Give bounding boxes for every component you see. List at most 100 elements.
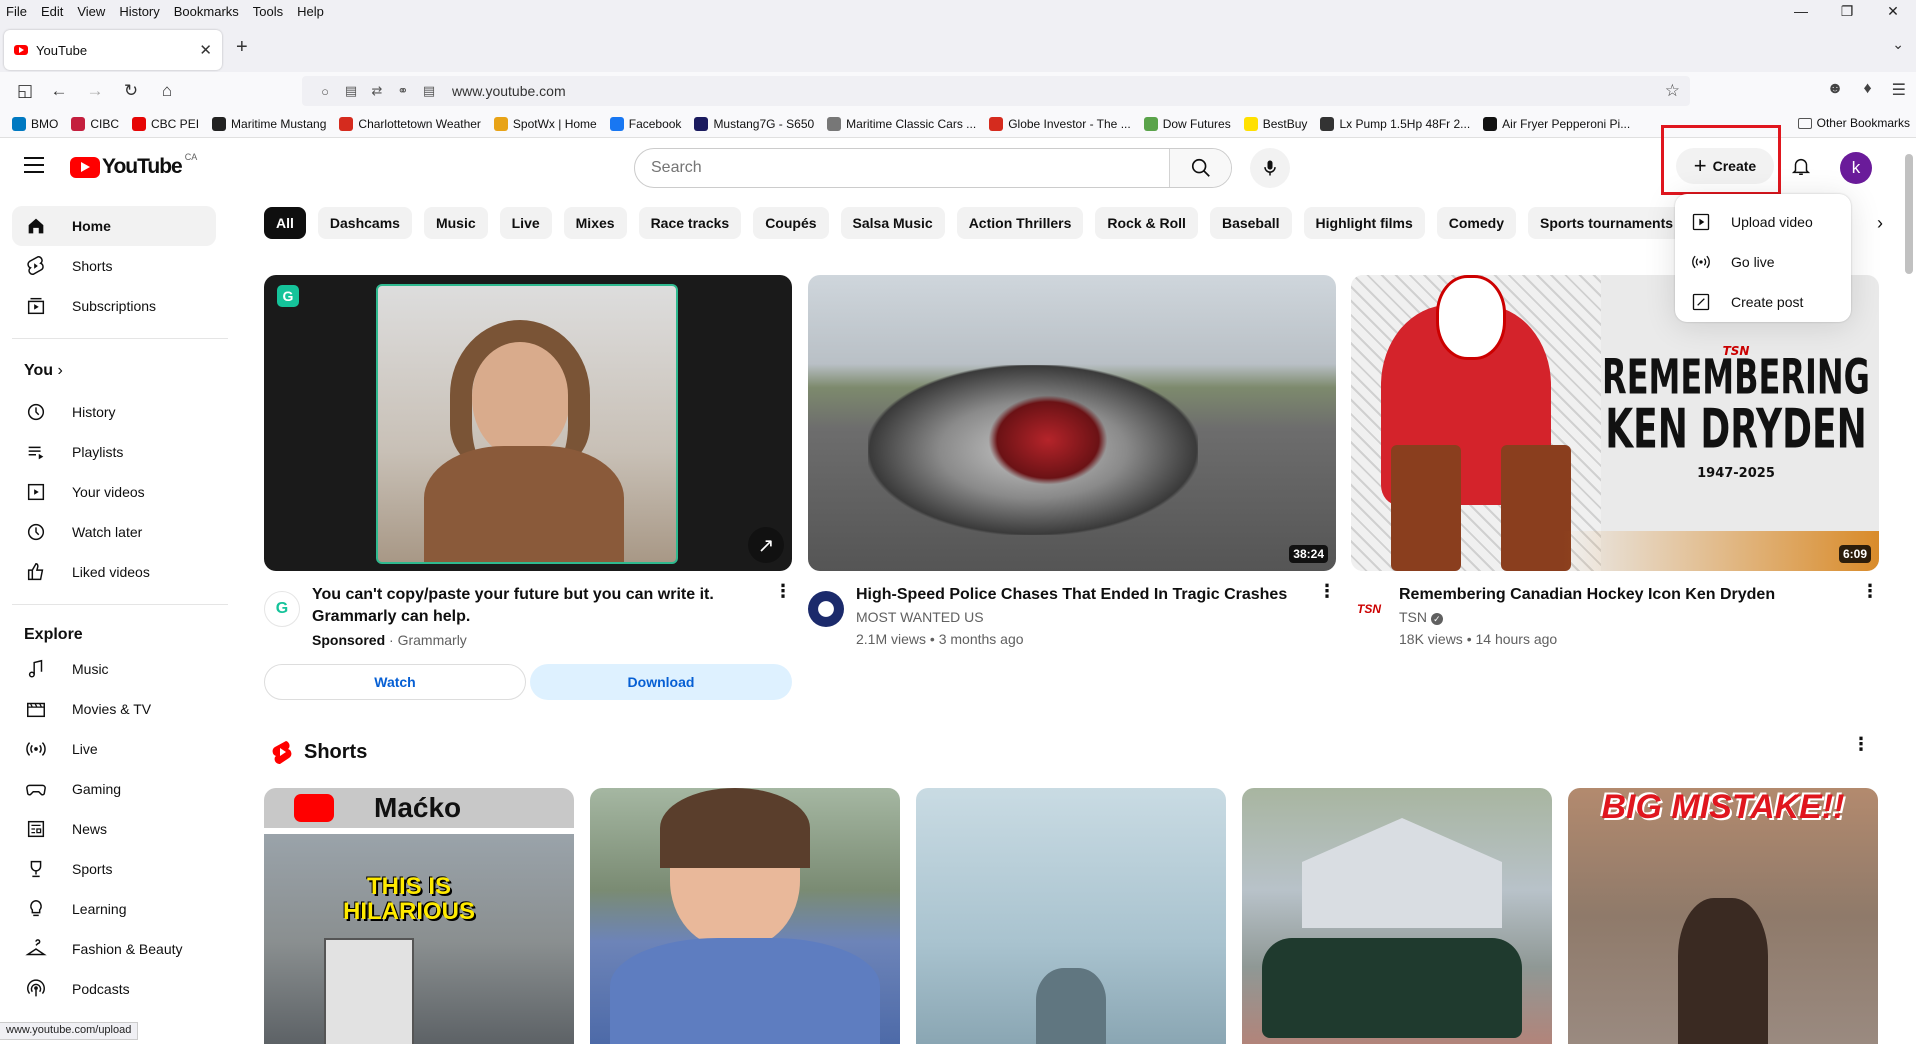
filter-chip[interactable]: Music: [423, 207, 488, 239]
video-thumbnail[interactable]: G ↗: [264, 275, 792, 571]
menu-bookmarks[interactable]: Bookmarks: [167, 4, 246, 19]
filter-chip[interactable]: Baseball: [1209, 207, 1292, 239]
menu-item-create-post[interactable]: Create post: [1675, 282, 1851, 322]
video-title[interactable]: High-Speed Police Chases That Ended In T…: [856, 584, 1296, 606]
youtube-logo[interactable]: YouTube CA: [70, 152, 197, 179]
menu-history[interactable]: History: [112, 4, 166, 19]
voice-search-button[interactable]: [1250, 148, 1290, 188]
address-bar[interactable]: ○ ▤ ⇄ ⚭ ▤ www.youtube.com ☆: [302, 76, 1690, 106]
short-card[interactable]: [1242, 788, 1552, 1044]
sidebar-you-header[interactable]: You ›: [24, 362, 63, 380]
bookmark-item[interactable]: Dow Futures: [1143, 116, 1231, 131]
tab-list-chevron-icon[interactable]: ⌄: [1892, 36, 1904, 53]
notifications-button[interactable]: [1785, 150, 1817, 182]
filter-chip[interactable]: Highlight films: [1303, 207, 1425, 239]
menu-hamburger-icon[interactable]: ☰: [1892, 80, 1906, 100]
filter-chip[interactable]: Action Thrillers: [956, 207, 1084, 239]
back-icon[interactable]: ←: [46, 78, 72, 104]
restore-icon[interactable]: ❐: [1824, 3, 1870, 20]
external-link-icon[interactable]: ↗: [748, 527, 784, 563]
channel-name[interactable]: Grammarly: [398, 632, 467, 648]
bookmark-item[interactable]: Mustang7G - S650: [694, 116, 814, 131]
more-options-icon[interactable]: ⋮: [774, 582, 792, 600]
menu-help[interactable]: Help: [290, 4, 331, 19]
short-card[interactable]: [916, 788, 1226, 1044]
sidebar-toggle-icon[interactable]: ◱: [12, 78, 38, 104]
home-browser-icon[interactable]: ⌂: [154, 78, 180, 104]
key-icon[interactable]: ⚭: [390, 83, 416, 99]
bookmark-item[interactable]: Maritime Classic Cars ...: [827, 116, 976, 131]
bookmark-item[interactable]: BestBuy: [1243, 116, 1307, 131]
bookmark-item[interactable]: Globe Investor - The ...: [989, 116, 1131, 131]
forward-icon[interactable]: →: [82, 78, 108, 104]
filter-chip[interactable]: Salsa Music: [840, 207, 945, 239]
bookmark-item[interactable]: BMO: [12, 116, 58, 131]
scrollbar-thumb[interactable]: [1905, 154, 1913, 274]
minimize-icon[interactable]: —: [1778, 3, 1824, 19]
watch-button[interactable]: Watch: [264, 664, 526, 700]
filter-chip[interactable]: Race tracks: [638, 207, 742, 239]
channel-avatar[interactable]: [808, 591, 844, 627]
short-card[interactable]: Maćko THIS IS HILARIOUS: [264, 788, 574, 1044]
filter-chip[interactable]: Live: [499, 207, 552, 239]
guide-menu-icon[interactable]: [24, 157, 44, 173]
bookmark-item[interactable]: Maritime Mustang: [212, 116, 326, 131]
sidebar-item-learning[interactable]: Learning: [12, 889, 216, 929]
extensions-icon[interactable]: ♦: [1863, 80, 1871, 100]
account-icon[interactable]: ☻: [1827, 80, 1844, 100]
sidebar-item-home[interactable]: Home: [12, 206, 216, 246]
short-card[interactable]: BIG MISTAKE!!: [1568, 788, 1878, 1044]
url-text[interactable]: www.youtube.com: [452, 83, 566, 99]
bookmark-item[interactable]: Lx Pump 1.5Hp 48Fr 2...: [1320, 116, 1470, 131]
sidebar-item-sports[interactable]: Sports: [12, 849, 216, 889]
sidebar-item-news[interactable]: News: [12, 809, 216, 849]
bookmark-item[interactable]: CBC PEI: [132, 116, 199, 131]
shield-icon[interactable]: ○: [312, 84, 338, 99]
sidebar-item-shorts[interactable]: Shorts: [12, 246, 216, 286]
more-options-icon[interactable]: ⋮: [1318, 582, 1336, 600]
sidebar-item-subscriptions[interactable]: Subscriptions: [12, 286, 216, 326]
search-button[interactable]: [1169, 149, 1231, 187]
sidebar-item-your-videos[interactable]: Your videos: [12, 472, 216, 512]
video-thumbnail[interactable]: 38:24: [808, 275, 1336, 571]
channel-name[interactable]: MOST WANTED US: [856, 609, 984, 625]
close-tab-icon[interactable]: ✕: [199, 41, 212, 59]
sidebar-item-live[interactable]: Live: [12, 729, 216, 769]
bookmark-item[interactable]: Charlottetown Weather: [339, 116, 481, 131]
more-options-icon[interactable]: ⋮: [1852, 735, 1870, 753]
menu-item-go-live[interactable]: Go live: [1675, 242, 1851, 282]
download-button[interactable]: Download: [530, 664, 792, 700]
tab-youtube[interactable]: YouTube ✕: [4, 30, 222, 70]
chips-next-button[interactable]: ›: [1860, 207, 1900, 239]
filter-chip[interactable]: All: [264, 207, 306, 239]
sidebar-item-music[interactable]: Music: [12, 649, 216, 689]
bookmark-item[interactable]: SpotWx | Home: [493, 116, 597, 131]
filter-chip[interactable]: Comedy: [1436, 207, 1516, 239]
lock-icon[interactable]: ▤: [338, 83, 364, 99]
menu-view[interactable]: View: [70, 4, 112, 19]
filter-chip[interactable]: Sports tournaments: [1528, 207, 1686, 239]
sidebar-item-podcasts[interactable]: Podcasts: [12, 969, 216, 1009]
video-title[interactable]: Remembering Canadian Hockey Icon Ken Dry…: [1399, 584, 1839, 606]
sidebar-item-history[interactable]: History: [12, 392, 216, 432]
sidebar-item-playlists[interactable]: Playlists: [12, 432, 216, 472]
avatar[interactable]: k: [1840, 152, 1872, 184]
reader-icon[interactable]: ▤: [416, 83, 442, 99]
menu-tools[interactable]: Tools: [246, 4, 290, 19]
short-card[interactable]: [590, 788, 900, 1044]
more-options-icon[interactable]: ⋮: [1861, 582, 1879, 600]
menu-edit[interactable]: Edit: [34, 4, 70, 19]
sidebar-item-fashion-beauty[interactable]: Fashion & Beauty: [12, 929, 216, 969]
bookmark-item[interactable]: Facebook: [609, 116, 681, 131]
search-input[interactable]: Search: [635, 149, 1169, 187]
sidebar-item-watch-later[interactable]: Watch later: [12, 512, 216, 552]
filter-chip[interactable]: Mixes: [563, 207, 627, 239]
channel-avatar[interactable]: G: [264, 591, 300, 627]
permissions-icon[interactable]: ⇄: [364, 83, 390, 99]
channel-avatar[interactable]: TSN: [1351, 591, 1387, 627]
sidebar-item-movies-tv[interactable]: Movies & TV: [12, 689, 216, 729]
bookmark-item[interactable]: CIBC: [71, 116, 119, 131]
filter-chip[interactable]: Coupés: [753, 207, 829, 239]
sidebar-item-liked-videos[interactable]: Liked videos: [12, 552, 216, 592]
menu-item-upload-video[interactable]: Upload video: [1675, 202, 1851, 242]
